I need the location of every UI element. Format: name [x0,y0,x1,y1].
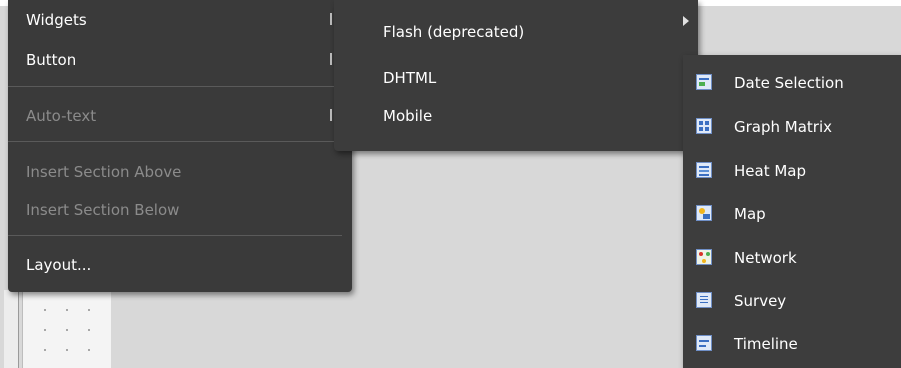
menu-item-timeline[interactable]: Timeline [734,334,798,354]
menu-item-layout[interactable]: Layout... [26,255,91,275]
widgets-submenu: Flash (deprecated) DHTML Mobile [334,0,698,151]
calendar-range-icon [696,74,712,90]
survey-icon [696,292,712,308]
menu-item-flash-deprecated[interactable]: Flash (deprecated) [383,22,524,42]
menu-item-map[interactable]: Map [734,204,766,224]
menu-item-dhtml[interactable]: DHTML [383,68,436,88]
menu-item-date-selection[interactable]: Date Selection [734,73,844,93]
map-icon [696,205,712,221]
submenu-indicator [330,109,332,121]
menu-item-mobile[interactable]: Mobile [383,106,432,126]
menu-separator [8,235,342,236]
submenu-indicator [330,13,332,25]
menu-item-insert-section-above: Insert Section Above [26,163,182,181]
vertical-ruler [4,290,19,368]
menu-item-heat-map[interactable]: Heat Map [734,161,806,181]
network-icon [696,249,712,265]
menu-item-insert-section-below: Insert Section Below [26,201,180,219]
chevron-right-icon [683,16,689,26]
flash-widgets-submenu: Date Selection Graph Matrix Heat Map Map… [683,55,901,368]
submenu-indicator [330,53,332,65]
timeline-icon [696,335,712,351]
menu-item-widgets[interactable]: Widgets [26,10,87,30]
menu-item-network[interactable]: Network [734,248,797,268]
menu-item-button[interactable]: Button [26,50,76,70]
menu-separator [8,141,342,142]
menu-item-survey[interactable]: Survey [734,291,786,311]
context-menu: Widgets Button Auto-text Insert Section … [8,0,352,292]
menu-separator [8,86,342,87]
canvas-grid [34,300,94,366]
menu-item-auto-text: Auto-text [26,107,97,125]
menu-item-graph-matrix[interactable]: Graph Matrix [734,117,832,137]
heat-map-icon [696,162,712,178]
graph-matrix-icon [696,118,712,134]
